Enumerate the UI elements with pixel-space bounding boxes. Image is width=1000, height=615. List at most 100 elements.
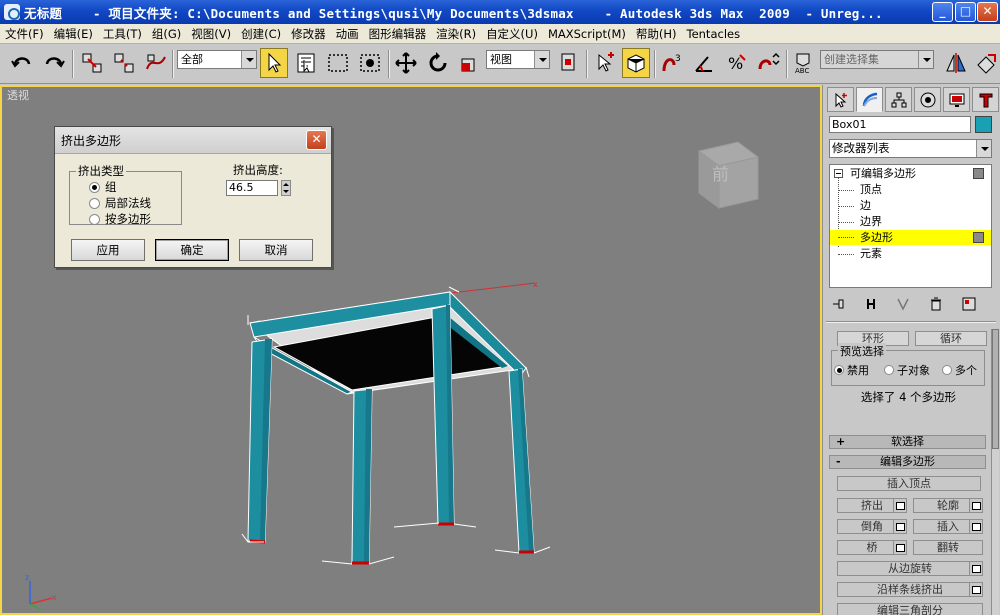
object-name-input[interactable]: Box01	[829, 116, 971, 133]
select-and-rotate-icon[interactable]	[424, 48, 452, 78]
tab-motion[interactable]	[914, 87, 941, 112]
mirror-icon[interactable]	[942, 48, 970, 78]
show-end-result-icon[interactable]	[862, 295, 881, 313]
menu-modifiers[interactable]: 修改器	[286, 26, 331, 42]
menu-help[interactable]: 帮助(H)	[631, 26, 682, 42]
table-model[interactable]	[241, 286, 551, 565]
select-and-manipulate-icon[interactable]	[591, 48, 619, 78]
pin-stack-icon[interactable]	[829, 295, 848, 313]
stack-item-editable-poly[interactable]: 可编辑多边形	[830, 166, 991, 181]
preview-disabled-radio[interactable]: 禁用	[834, 362, 869, 378]
unlink-selection-icon[interactable]	[110, 48, 138, 78]
menu-maxscript[interactable]: MAXScript(M)	[543, 27, 631, 41]
make-unique-icon[interactable]	[894, 295, 913, 313]
edit-triangulation-button[interactable]: 编辑三角剖分	[837, 603, 983, 615]
angle-snap-icon[interactable]	[690, 48, 718, 78]
menu-group[interactable]: 组(G)	[147, 26, 186, 42]
keyboard-shortcut-override-icon[interactable]	[622, 48, 650, 78]
flip-button[interactable]: 翻转	[913, 540, 983, 555]
settings-icon[interactable]	[969, 582, 983, 597]
extrusion-height-input[interactable]: 46.5	[226, 180, 278, 196]
menu-customize[interactable]: 自定义(U)	[481, 26, 543, 42]
extrusion-height-spinner[interactable]	[281, 180, 291, 196]
loop-button[interactable]: 循环	[915, 331, 987, 346]
align-icon[interactable]	[972, 48, 1000, 78]
menu-edit[interactable]: 编辑(E)	[49, 26, 98, 42]
command-panel-scrollbar[interactable]	[991, 329, 999, 615]
select-and-scale-icon[interactable]	[456, 48, 484, 78]
menu-tools[interactable]: 工具(T)	[98, 26, 147, 42]
stack-item-edge[interactable]: 边	[830, 198, 991, 213]
menu-animation[interactable]: 动画	[331, 26, 364, 42]
close-button[interactable]: ✕	[977, 2, 998, 22]
radio-by-polygon-button[interactable]	[89, 213, 100, 225]
settings-icon[interactable]	[969, 561, 983, 576]
tab-hierarchy[interactable]	[885, 87, 912, 112]
hinge-from-edge-button[interactable]: 从边旋转	[837, 561, 983, 576]
preview-disabled-button[interactable]	[834, 365, 844, 375]
edit-named-selection-icon[interactable]: ABC	[789, 48, 817, 78]
percent-snap-icon[interactable]: %	[722, 48, 750, 78]
radio-local-normal[interactable]: 局部法线	[89, 195, 151, 211]
bind-to-space-warp-icon[interactable]	[142, 48, 170, 78]
spinner-snap-icon[interactable]	[754, 48, 782, 78]
redo-icon[interactable]	[40, 48, 68, 78]
window-crossing-icon[interactable]	[356, 48, 384, 78]
select-and-link-icon[interactable]	[78, 48, 106, 78]
remove-modifier-icon[interactable]	[927, 295, 946, 313]
modifier-list-dropdown[interactable]: 修改器列表	[829, 139, 992, 158]
select-and-move-icon[interactable]	[392, 48, 420, 78]
settings-icon[interactable]	[893, 498, 907, 513]
dialog-title-bar[interactable]: 挤出多边形	[55, 127, 331, 154]
radio-group[interactable]: 组	[89, 179, 117, 195]
apply-button[interactable]: 应用	[71, 239, 145, 261]
inset-button[interactable]: 插入	[913, 519, 983, 534]
named-selection-sets-dropdown[interactable]: 创建选择集	[820, 50, 934, 69]
scrollbar-thumb[interactable]	[992, 329, 999, 449]
tab-create[interactable]	[827, 87, 854, 112]
selection-filter-dropdown[interactable]: 全部	[177, 50, 257, 69]
snaps-toggle-icon[interactable]: 3	[658, 48, 686, 78]
radio-group-button[interactable]	[89, 181, 100, 193]
menu-graph-editors[interactable]: 图形编辑器	[364, 26, 432, 42]
tab-modify[interactable]	[856, 87, 883, 112]
edit-polygons-rollout[interactable]: - 编辑多边形	[829, 455, 986, 469]
radio-by-polygon[interactable]: 按多边形	[89, 211, 151, 227]
reference-coordinate-dropdown[interactable]: 视图	[486, 50, 550, 69]
menu-create[interactable]: 创建(C)	[236, 26, 286, 42]
tab-utilities[interactable]	[972, 87, 999, 112]
stack-item-element[interactable]: 元素	[830, 246, 991, 261]
preview-multi-button[interactable]	[942, 365, 952, 375]
extrude-along-spline-button[interactable]: 沿样条线挤出	[837, 582, 983, 597]
pivot-center-icon[interactable]	[554, 48, 582, 78]
extrude-button[interactable]: 挤出	[837, 498, 907, 513]
rectangular-selection-icon[interactable]	[324, 48, 352, 78]
undo-icon[interactable]	[8, 48, 36, 78]
app-icon[interactable]	[4, 4, 20, 20]
cancel-button[interactable]: 取消	[239, 239, 313, 261]
maximize-button[interactable]: □	[955, 2, 976, 22]
select-object-icon[interactable]	[260, 48, 288, 78]
tab-display[interactable]	[943, 87, 970, 112]
outline-button[interactable]: 轮廓	[913, 498, 983, 513]
bridge-button[interactable]: 桥	[837, 540, 907, 555]
stack-item-polygon[interactable]: 多边形	[830, 230, 991, 245]
ok-button[interactable]: 确定	[155, 239, 229, 261]
menu-file[interactable]: 文件(F)	[0, 26, 49, 42]
modifier-toggle-icon[interactable]	[973, 168, 984, 179]
menu-views[interactable]: 视图(V)	[186, 26, 236, 42]
dialog-close-button[interactable]: ✕	[306, 130, 327, 150]
settings-icon[interactable]	[969, 519, 983, 534]
settings-icon[interactable]	[893, 519, 907, 534]
settings-icon[interactable]	[969, 498, 983, 513]
preview-subobject-button[interactable]	[884, 365, 894, 375]
radio-local-normal-button[interactable]	[89, 197, 100, 209]
minimize-button[interactable]: _	[932, 2, 953, 22]
stack-item-border[interactable]: 边界	[830, 214, 991, 229]
select-by-name-icon[interactable]	[292, 48, 320, 78]
insert-vertex-button[interactable]: 插入顶点	[837, 476, 981, 491]
menu-tentacles[interactable]: Tentacles	[682, 27, 746, 41]
collapse-icon[interactable]	[834, 169, 843, 178]
preview-multi-radio[interactable]: 多个	[942, 362, 977, 378]
preview-subobject-radio[interactable]: 子对象	[884, 362, 930, 378]
